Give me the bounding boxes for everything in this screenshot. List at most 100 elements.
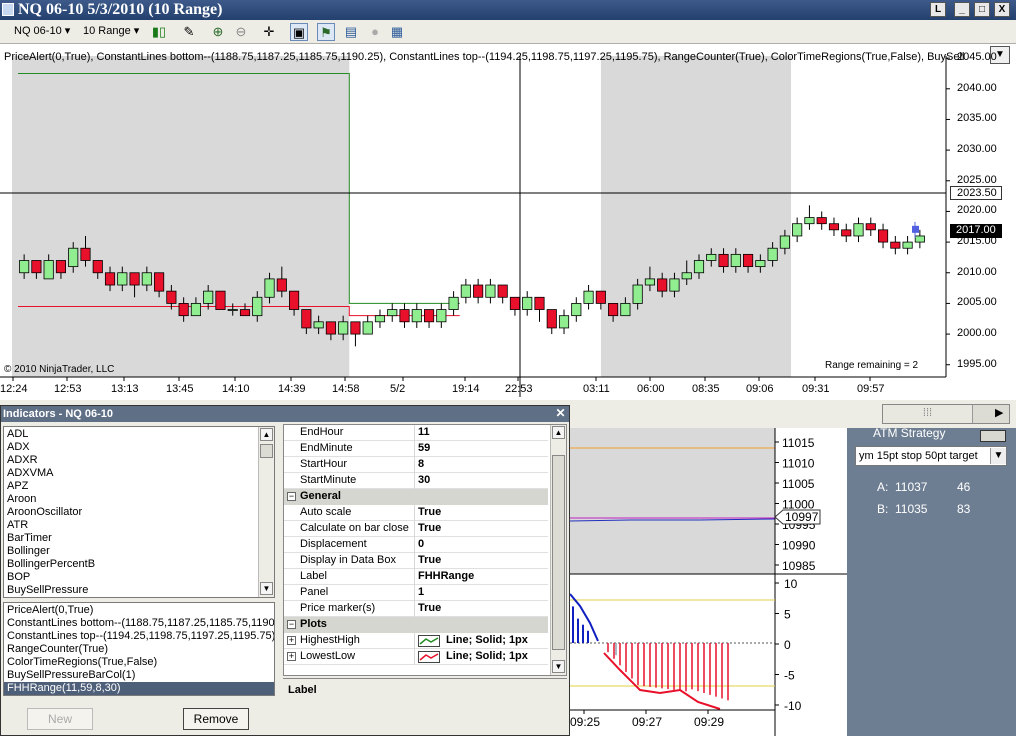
property-scrollbar[interactable]: ▲ ▼ — [550, 425, 566, 675]
property-row[interactable]: EndMinute 59 — [284, 441, 548, 457]
property-grid[interactable]: EndHour 11 EndMinute 59 StartHour 8 StartMinut… — [283, 424, 567, 676]
remove-button[interactable]: Remove — [183, 708, 249, 730]
list-item[interactable]: Aroon — [7, 493, 36, 506]
property-value[interactable]: 1 — [418, 586, 424, 598]
chart-canvas[interactable] — [0, 44, 1016, 400]
list-item[interactable]: BOP — [7, 571, 30, 584]
chevron-down-icon[interactable]: ▼ — [990, 448, 1006, 464]
list-item[interactable]: BuySellPressureBarCol(1) — [4, 669, 274, 682]
horizontal-scrollbar[interactable]: ⁞⁞⁞ ▶ — [882, 404, 1010, 424]
category-plots[interactable]: − Plots — [284, 617, 548, 633]
list-item[interactable]: AroonOscillator — [7, 506, 82, 519]
osc-tick-label: 5 — [784, 608, 791, 622]
candle-body — [485, 284, 496, 298]
list-item[interactable]: ADXVMA — [7, 467, 53, 480]
property-row[interactable]: Price marker(s) True — [284, 601, 548, 617]
scroll-up-icon[interactable]: ▲ — [260, 428, 273, 441]
scroll-thumb[interactable]: ⁞⁞⁞ — [883, 405, 973, 423]
plot-color-swatch[interactable] — [418, 651, 440, 663]
time-tick-label: 09:29 — [694, 715, 724, 729]
property-value[interactable]: 0 — [418, 538, 424, 550]
list-item[interactable]: ColorTimeRegions(True,False) — [4, 656, 274, 669]
scroll-thumb[interactable] — [260, 444, 273, 458]
list-item[interactable]: APZ — [7, 480, 28, 493]
list-item[interactable]: RangeCounter(True) — [4, 643, 274, 656]
property-value[interactable]: Line; Solid; 1px — [446, 650, 528, 662]
property-row[interactable]: StartMinute 30 — [284, 473, 548, 489]
list-item[interactable]: BarTimer — [7, 532, 52, 545]
list-item[interactable]: ConstantLines bottom--(1188.75,1187.25,1… — [4, 617, 274, 630]
property-value[interactable]: True — [418, 602, 441, 614]
property-value[interactable]: True — [418, 506, 441, 518]
list-item[interactable]: ADL — [7, 428, 28, 441]
list-scrollbar[interactable]: ▲ ▼ — [258, 427, 274, 597]
list-item[interactable]: ATR — [7, 519, 28, 532]
mini-chart-canvas[interactable]: 1101511010110051100010995109901098510997… — [570, 428, 847, 736]
property-value[interactable]: 11 — [418, 426, 430, 438]
zoom-out-icon[interactable]: ⊖ — [232, 23, 250, 41]
scroll-down-icon[interactable]: ▼ — [260, 582, 273, 595]
list-item[interactable]: Bollinger — [7, 545, 50, 558]
x-tick-label: 14:10 — [222, 383, 250, 395]
pencil-icon[interactable]: ✎ — [180, 23, 198, 41]
price-chart[interactable]: PriceAlert(0,True), ConstantLines bottom… — [0, 44, 1016, 400]
property-row[interactable]: EndHour 11 — [284, 425, 548, 441]
property-value[interactable]: True — [418, 522, 441, 534]
property-value[interactable]: True — [418, 554, 441, 566]
available-indicators-list[interactable]: ADL ADX ADXR ADXVMA APZ Aroon AroonOscillator A… — [3, 426, 275, 598]
property-row[interactable]: StartHour 8 — [284, 457, 548, 473]
mini-chart-panel[interactable]: 11015 11010 11005 11000 10995 10990 10985 10997… — [570, 428, 847, 736]
list-item[interactable]: PriceAlert(0,True) — [4, 604, 274, 617]
collapse-icon[interactable]: − — [287, 492, 296, 501]
applied-indicators-list[interactable]: PriceAlert(0,True) ConstantLines bottom--… — [3, 602, 275, 696]
property-row[interactable]: Label FHHRange — [284, 569, 548, 585]
expand-icon[interactable]: + — [287, 636, 296, 645]
list-item[interactable]: BollingerPercentB — [7, 558, 95, 571]
candlestick-icon[interactable]: ▮▯ — [150, 23, 168, 41]
crosshair-icon[interactable]: ✛ — [260, 23, 278, 41]
scroll-down-icon[interactable]: ▼ — [552, 660, 565, 673]
plot-row[interactable]: + HighestHigh Line; Solid; 1px — [284, 633, 548, 649]
property-value[interactable]: 8 — [418, 458, 424, 470]
candle-body — [55, 260, 67, 274]
property-row[interactable]: Display in Data Box True — [284, 553, 548, 569]
collapse-icon[interactable]: − — [287, 620, 296, 629]
sphere-icon[interactable]: ● — [366, 23, 384, 41]
dialog-close-icon[interactable]: ✕ — [554, 407, 567, 420]
strategy-icon[interactable]: ⚑ — [317, 23, 335, 41]
instrument-selector[interactable]: NQ 06-10 ▾ — [14, 24, 70, 37]
plot-row[interactable]: + LowestLow Line; Solid; 1px — [284, 649, 548, 665]
property-row[interactable]: Calculate on bar close True — [284, 521, 548, 537]
candle-body — [411, 309, 422, 323]
property-row[interactable]: Panel 1 — [284, 585, 548, 601]
property-value[interactable]: Line; Solid; 1px — [446, 634, 528, 646]
list-item[interactable]: BuySellPressure — [7, 584, 88, 597]
category-general[interactable]: − General — [284, 489, 548, 505]
list-item[interactable]: ConstantLines top--(1194.25,1198.75,1197… — [4, 630, 274, 643]
property-row[interactable]: Displacement 0 — [284, 537, 548, 553]
link-button[interactable]: L — [930, 2, 946, 17]
list-item[interactable]: ADXR — [7, 454, 38, 467]
scroll-right-arrow-icon[interactable]: ▶ — [995, 406, 1003, 419]
scroll-thumb[interactable] — [552, 455, 565, 650]
property-row[interactable]: Auto scale True — [284, 505, 548, 521]
atm-settings-button[interactable] — [980, 430, 1006, 442]
property-value[interactable]: 59 — [418, 442, 430, 454]
property-value[interactable]: 30 — [418, 474, 430, 486]
close-button[interactable]: X — [994, 2, 1010, 17]
list-item[interactable]: ADX — [7, 441, 30, 454]
list-item-selected[interactable]: FHHRange(11,59,8,30) — [4, 682, 274, 695]
zoom-in-icon[interactable]: ⊕ — [209, 23, 227, 41]
period-selector[interactable]: 10 Range ▾ — [83, 24, 139, 37]
atm-strategy-select[interactable]: ym 15pt stop 50pt target ▼ — [855, 446, 1007, 466]
scroll-up-icon[interactable]: ▲ — [552, 426, 565, 439]
minimize-button[interactable]: _ — [954, 2, 970, 17]
chart-properties-icon[interactable]: ▤ — [342, 23, 360, 41]
new-button[interactable]: New — [27, 708, 93, 730]
maximize-button[interactable]: □ — [974, 2, 990, 17]
property-value[interactable]: FHHRange — [418, 570, 474, 582]
data-box-icon[interactable]: ▣ — [290, 23, 308, 41]
plot-color-swatch[interactable] — [418, 635, 440, 647]
expand-icon[interactable]: + — [287, 652, 296, 661]
calendar-icon[interactable]: ▦ — [388, 23, 406, 41]
